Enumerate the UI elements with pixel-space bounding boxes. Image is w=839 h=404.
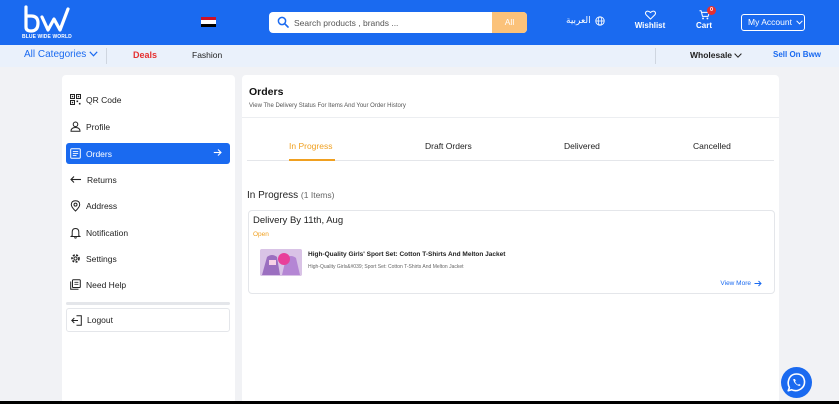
- arrow-right-icon: [213, 149, 222, 156]
- section-title-label: In Progress: [247, 190, 299, 201]
- sidebar-item-label: Settings: [86, 253, 117, 264]
- bww-logo[interactable]: BLUE WIDE WORLD: [22, 5, 74, 41]
- globe-icon: [594, 15, 605, 26]
- whatsapp-icon: [787, 373, 806, 392]
- section-item-count: (1 Items): [300, 190, 335, 200]
- wishlist-button[interactable]: Wishlist: [630, 10, 670, 30]
- view-more-link[interactable]: View More: [720, 280, 762, 287]
- category-nav: All Categories Deals Fashion Wholesale S…: [0, 45, 839, 67]
- cart-label: Cart: [695, 21, 712, 30]
- sidebar-item-label: Address: [86, 200, 118, 211]
- section-title: In Progress (1 Items): [247, 190, 334, 201]
- page-title: Orders: [249, 86, 284, 98]
- whatsapp-chat-button[interactable]: [781, 367, 812, 398]
- deals-link[interactable]: Deals: [133, 50, 157, 60]
- order-status-tabs: In Progress Draft Orders Delivered Cance…: [247, 135, 774, 161]
- qr-code-icon: [70, 94, 81, 105]
- arrow-right-icon: [754, 280, 762, 287]
- logout-label: Logout: [87, 315, 113, 325]
- account-sidebar: QR Code Profile Orders Returns Address N…: [62, 75, 235, 404]
- gear-icon: [71, 254, 80, 263]
- logo-text: BLUE WIDE WORLD: [22, 34, 72, 40]
- cart-count-badge: 0: [707, 6, 716, 15]
- tab-draft-orders[interactable]: Draft Orders: [425, 141, 472, 151]
- orders-icon: [70, 148, 81, 159]
- chevron-down-icon: [734, 53, 743, 58]
- top-header: BLUE WIDE WORLD All العربية Wishlist: [0, 0, 839, 45]
- product-description: High-Quality Girls&#039; Sport Set: Cott…: [308, 264, 464, 270]
- sidebar-item-label: Need Help: [86, 279, 127, 290]
- sidebar-item-label: Notification: [86, 227, 129, 238]
- language-label: العربية: [566, 15, 591, 25]
- egypt-flag-icon[interactable]: [201, 17, 216, 27]
- sidebar-item-need-help[interactable]: Need Help: [66, 274, 230, 295]
- my-account-button[interactable]: My Account: [741, 14, 805, 31]
- sidebar-item-returns[interactable]: Returns: [66, 169, 230, 190]
- search-category-button[interactable]: All: [492, 12, 527, 33]
- search-input[interactable]: [294, 15, 484, 30]
- sidebar-item-label: Orders: [86, 148, 112, 159]
- cart-button[interactable]: Cart 0: [684, 6, 724, 30]
- all-categories-dropdown[interactable]: All Categories: [24, 49, 98, 60]
- active-tab-indicator: [289, 159, 335, 161]
- help-book-icon: [70, 279, 81, 290]
- wishlist-label: Wishlist: [634, 21, 666, 30]
- nav-divider: [106, 48, 107, 64]
- location-pin-icon: [70, 199, 81, 212]
- sidebar-item-profile[interactable]: Profile: [66, 116, 230, 137]
- sidebar-item-orders[interactable]: Orders: [66, 143, 230, 164]
- all-categories-label: All Categories: [24, 49, 87, 60]
- sidebar-item-label: Returns: [87, 174, 117, 185]
- bell-icon: [70, 227, 81, 239]
- fashion-link[interactable]: Fashion: [192, 50, 222, 60]
- order-card[interactable]: Delivery By 11th, Aug Open High-Quality …: [248, 210, 775, 294]
- product-image: [260, 249, 302, 276]
- search-icon[interactable]: [277, 16, 289, 28]
- bww-logo-mark: [24, 5, 70, 33]
- search-bar: All: [269, 12, 527, 33]
- sidebar-item-label: Profile: [86, 121, 111, 132]
- sell-on-bww-link[interactable]: Sell On Bww: [773, 50, 821, 59]
- tab-cancelled[interactable]: Cancelled: [693, 141, 731, 151]
- wholesale-dropdown[interactable]: Wholesale: [690, 50, 743, 60]
- order-status: Open: [253, 231, 269, 238]
- sidebar-item-notification[interactable]: Notification: [66, 222, 230, 243]
- view-more-label: View More: [720, 280, 751, 287]
- title-divider: [242, 117, 779, 118]
- product-name[interactable]: High-Quality Girls' Sport Set: Cotton T-…: [308, 251, 505, 258]
- chevron-down-icon: [89, 51, 98, 57]
- delivery-date: Delivery By 11th, Aug: [253, 215, 344, 226]
- sidebar-item-address[interactable]: Address: [66, 195, 230, 216]
- language-switch[interactable]: العربية: [566, 15, 605, 26]
- product-thumbnail[interactable]: [260, 249, 302, 276]
- sidebar-item-settings[interactable]: Settings: [66, 248, 230, 269]
- account-label: My Account: [748, 17, 792, 27]
- logout-button[interactable]: Logout: [66, 308, 230, 332]
- tab-in-progress[interactable]: In Progress: [289, 141, 332, 151]
- sidebar-item-label: QR Code: [86, 94, 122, 105]
- page-subtitle: View The Delivery Status For Items And Y…: [249, 103, 406, 109]
- wholesale-label: Wholesale: [690, 50, 733, 60]
- sidebar-divider: [66, 302, 230, 305]
- heart-icon: [644, 10, 656, 20]
- orders-panel: Orders View The Delivery Status For Item…: [242, 75, 779, 404]
- sidebar-item-qr-code[interactable]: QR Code: [66, 89, 230, 110]
- user-icon: [70, 121, 81, 132]
- logout-icon: [71, 314, 82, 326]
- chevron-down-icon: [796, 20, 804, 25]
- return-arrow-icon: [70, 176, 81, 183]
- tab-delivered[interactable]: Delivered: [564, 141, 600, 151]
- nav-divider: [655, 48, 656, 64]
